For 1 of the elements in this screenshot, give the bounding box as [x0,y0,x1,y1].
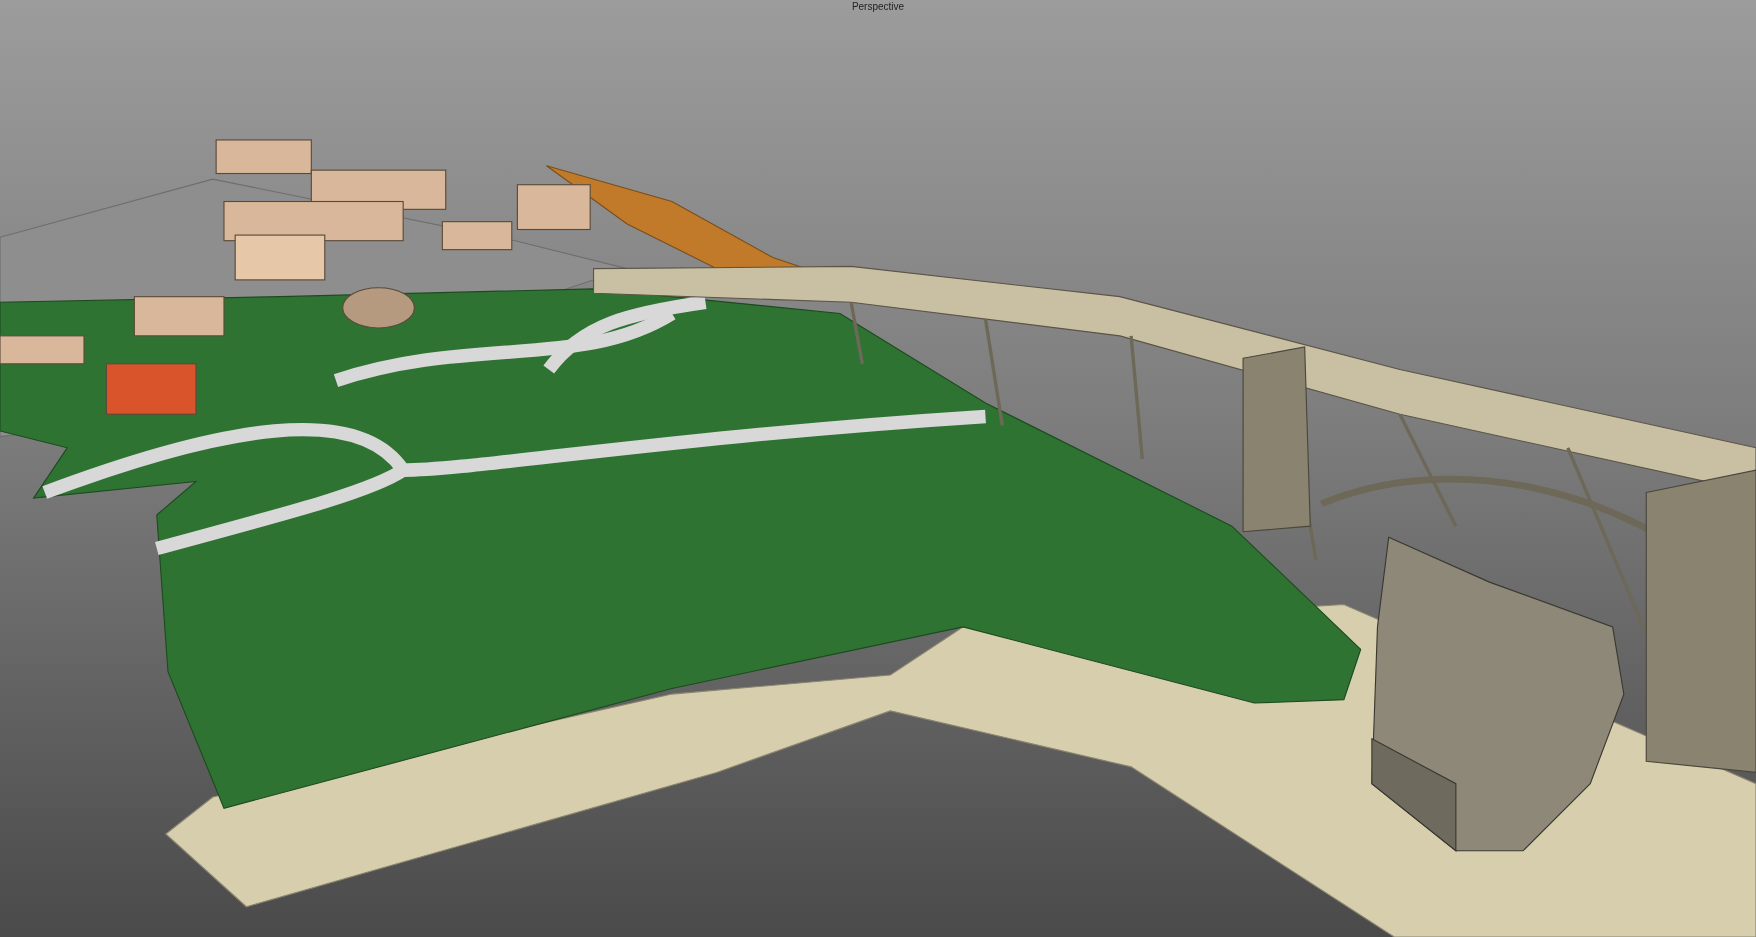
viewport-label: Perspective [851,1,905,12]
